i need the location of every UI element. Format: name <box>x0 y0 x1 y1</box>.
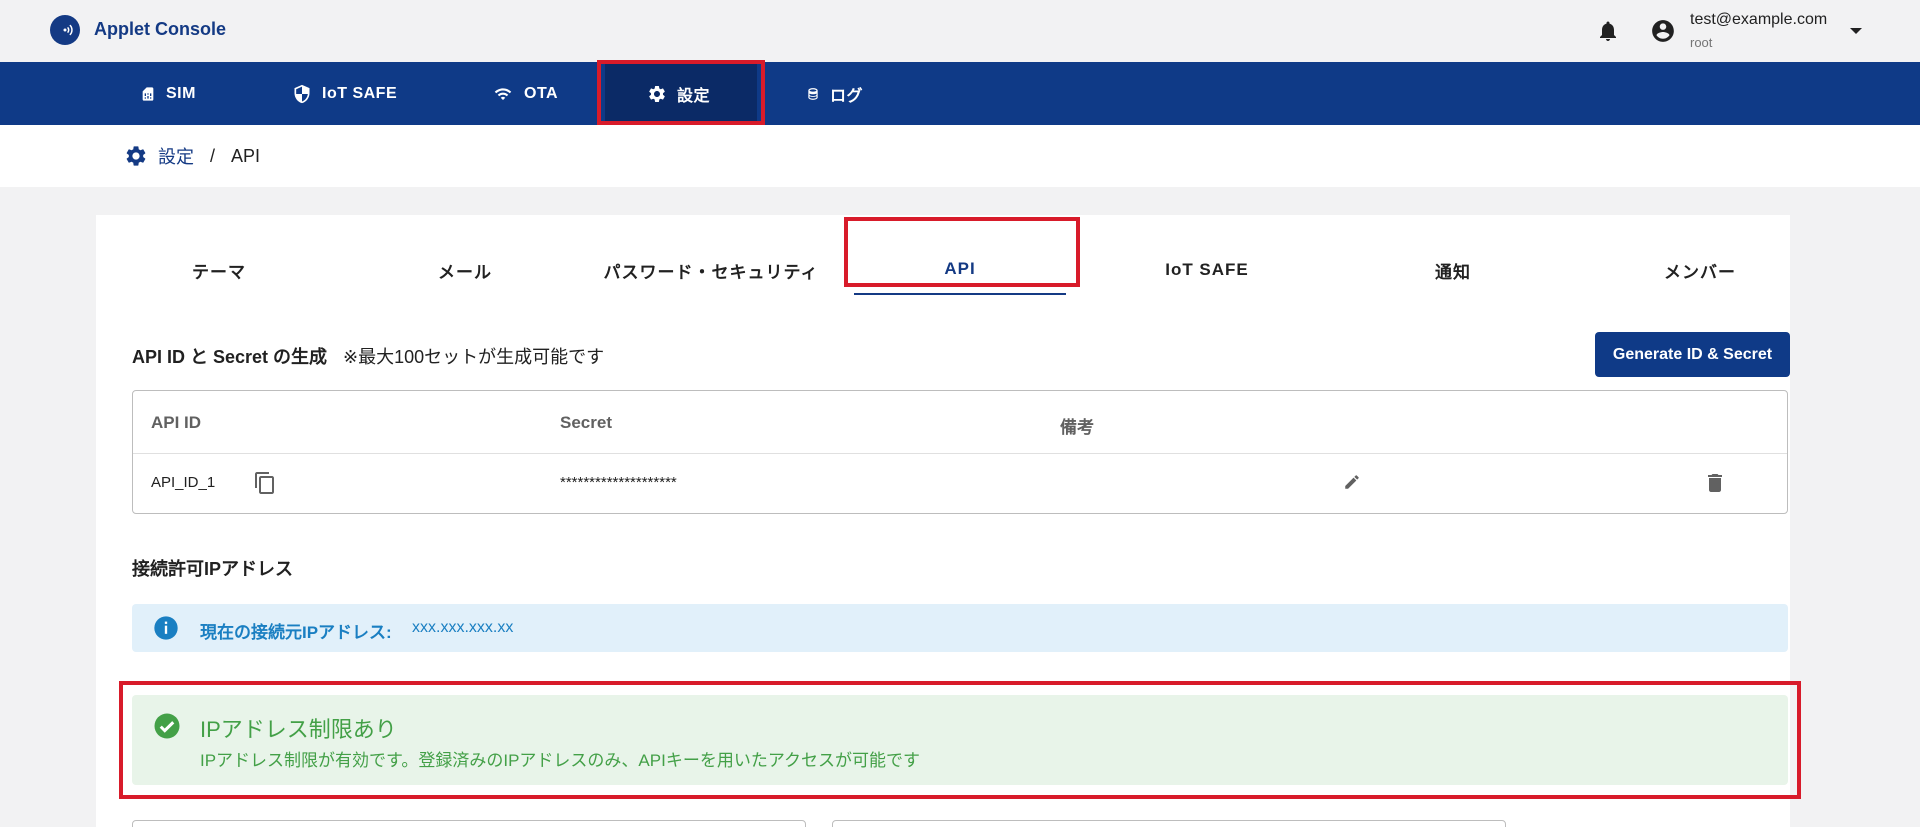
breadcrumb-current: API <box>231 145 261 166</box>
api-limit-note: ※最大100セットが生成可能です <box>343 347 605 367</box>
breadcrumb: 設定 / API <box>124 143 260 169</box>
ip-remark-input[interactable] <box>832 820 1506 827</box>
tab-notification[interactable]: 通知 <box>1360 245 1546 295</box>
ip-section-title: 接続許可IPアドレス <box>132 559 294 579</box>
nav-label-settings: 設定 <box>677 87 711 105</box>
nav-item-settings[interactable]: 設定 <box>605 62 757 125</box>
edit-pencil-icon[interactable] <box>1343 473 1361 491</box>
shield-icon <box>294 84 310 103</box>
user-email[interactable]: test@example.com <box>1690 11 1827 29</box>
current-ip-label: 現在の接続元IPアドレス: <box>200 623 392 642</box>
api-table: API ID Secret 備考 API_ID_1 **************… <box>132 390 1788 514</box>
ip-restriction-title: IPアドレス制限あり <box>200 717 397 742</box>
settings-card: テーマ メール パスワード・セキュリティ API IoT SAFE 通知 メンバ… <box>96 215 1790 827</box>
table-header-secret: Secret <box>560 413 612 432</box>
table-cell-secret: ******************** <box>560 474 677 491</box>
tab-theme[interactable]: テーマ <box>126 245 312 295</box>
gear-icon <box>649 85 665 102</box>
table-header-api-id: API ID <box>151 413 202 432</box>
app-title[interactable]: Applet Console <box>94 19 226 40</box>
account-menu-chevron-down-icon[interactable] <box>1850 28 1862 34</box>
nav-label-ota: OTA <box>524 84 559 102</box>
api-section-title: API ID と Secret の生成 ※最大100セットが生成可能です <box>132 343 604 369</box>
copy-icon[interactable] <box>253 471 277 495</box>
nav-label-log: ログ <box>830 87 864 105</box>
breadcrumb-separator: / <box>210 145 216 166</box>
user-role: root <box>1690 35 1713 50</box>
ip-address-input[interactable] <box>132 820 806 827</box>
current-ip-alert: 現在の接続元IPアドレス: xxx.xxx.xxx.xx <box>132 604 1788 652</box>
main-nav: SIM IoT SAFE OTA 設定 ログ <box>0 62 1920 125</box>
gear-icon <box>126 146 146 166</box>
api-section-heading: API ID と Secret の生成 <box>132 347 328 367</box>
sim-card-icon <box>142 86 154 101</box>
ip-restriction-description: IPアドレス制限が有効です。登録済みのIPアドレスのみ、APIキーを用いたアクセ… <box>200 751 920 770</box>
tab-members[interactable]: メンバー <box>1607 245 1793 295</box>
nav-item-log[interactable]: ログ <box>806 62 863 125</box>
current-ip-value: xxx.xxx.xxx.xx <box>412 619 514 636</box>
account-circle-icon[interactable] <box>1650 18 1676 49</box>
notification-bell-icon[interactable] <box>1596 18 1620 49</box>
nav-label-sim: SIM <box>166 84 196 102</box>
nav-item-iot-safe[interactable]: IoT SAFE <box>292 62 397 125</box>
nav-item-ota[interactable]: OTA <box>492 62 558 125</box>
table-cell-api-id: API_ID_1 <box>151 474 216 491</box>
nav-item-sim[interactable]: SIM <box>140 62 196 125</box>
generate-id-secret-button[interactable]: Generate ID & Secret <box>1595 332 1790 377</box>
table-divider <box>133 453 1787 454</box>
top-bar: Applet Console test@example.com root <box>0 0 1920 62</box>
tab-iot-safe[interactable]: IoT SAFE <box>1114 245 1300 295</box>
delete-trash-icon[interactable] <box>1703 471 1727 495</box>
check-circle-icon <box>152 711 182 741</box>
breadcrumb-settings-link[interactable]: 設定 <box>158 143 194 169</box>
table-header-remark: 備考 <box>1060 418 1094 437</box>
app-logo-icon <box>50 15 80 45</box>
wifi-icon <box>494 87 512 100</box>
tab-password-security[interactable]: パスワード・セキュリティ <box>596 245 826 295</box>
tab-api[interactable]: API <box>854 245 1066 295</box>
tab-mail[interactable]: メール <box>372 245 558 295</box>
info-icon <box>152 614 180 642</box>
ip-restriction-status-alert: IPアドレス制限あり IPアドレス制限が有効です。登録済みのIPアドレスのみ、A… <box>132 695 1788 785</box>
nav-label-iot-safe: IoT SAFE <box>322 84 398 102</box>
database-icon <box>808 87 818 100</box>
breadcrumb-bar: 設定 / API <box>0 125 1920 187</box>
